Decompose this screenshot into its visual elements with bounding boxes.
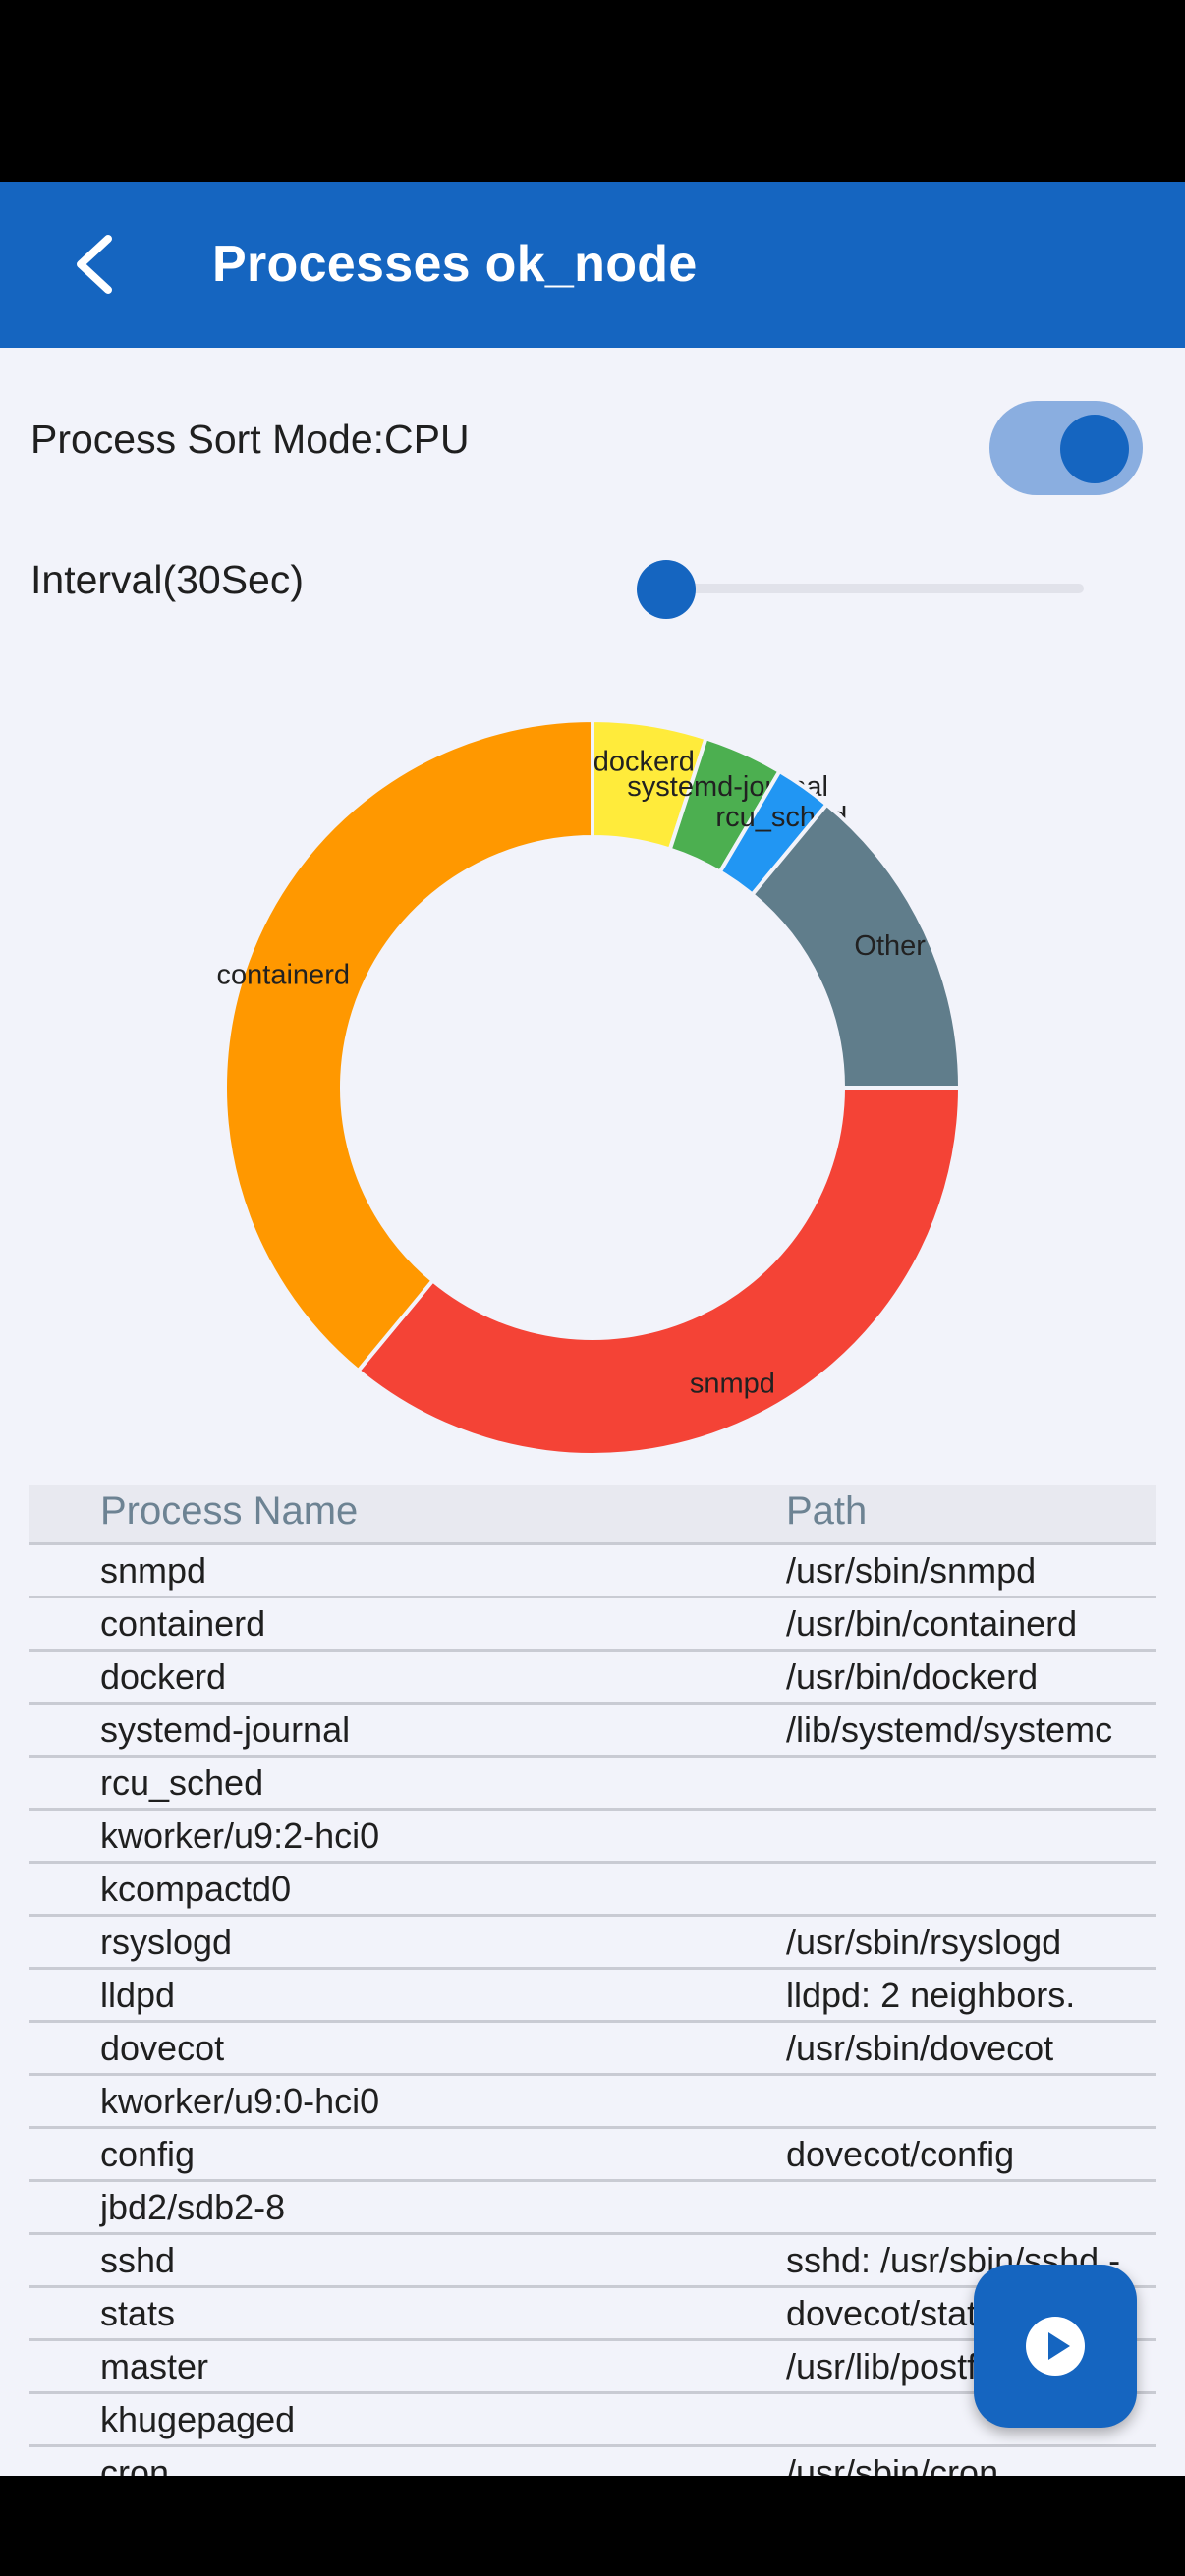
slice-label: containerd	[217, 959, 350, 990]
table-row[interactable]: kcompactd0	[29, 1864, 1156, 1917]
process-name-cell: kworker/u9:2-hci0	[100, 1816, 380, 1856]
interval-slider-track[interactable]	[665, 584, 1084, 593]
table-row[interactable]: systemd-journal/lib/systemd/systemc	[29, 1705, 1156, 1758]
system-nav-bar	[0, 2476, 1185, 2576]
process-name-cell: containerd	[100, 1603, 266, 1644]
process-path-cell: /usr/sbin/cron	[786, 2452, 999, 2476]
process-path-cell: /usr/sbin/rsyslogd	[786, 1922, 1062, 1962]
process-name-cell: jbd2/sdb2-8	[100, 2187, 286, 2227]
interval-slider-thumb[interactable]	[637, 560, 696, 619]
app-bar: Processes ok_node	[0, 182, 1185, 348]
process-name-cell: kworker/u9:0-hci0	[100, 2081, 380, 2121]
process-path-cell: /usr/bin/dockerd	[786, 1656, 1039, 1697]
process-name-cell: dovecot	[100, 2028, 225, 2068]
sort-mode-label: Process Sort Mode:CPU	[30, 417, 470, 462]
process-name-cell: snmpd	[100, 1550, 207, 1591]
process-name-cell: dockerd	[100, 1656, 227, 1697]
process-path-cell: /usr/bin/containerd	[786, 1603, 1078, 1644]
table-row[interactable]: snmpd/usr/sbin/snmpd	[29, 1545, 1156, 1598]
main-content: Process Sort Mode:CPU Interval(30Sec) do…	[0, 348, 1185, 2476]
process-name-cell: config	[100, 2134, 196, 2174]
slice-containerd[interactable]	[223, 717, 594, 1373]
table-row[interactable]: dockerd/usr/bin/dockerd	[29, 1652, 1156, 1705]
process-name-cell: kcompactd0	[100, 1869, 292, 1909]
status-bar	[0, 0, 1185, 182]
table-row[interactable]: lldpd lldpd: 2 neighbors.	[29, 1970, 1156, 2023]
table-row[interactable]: kworker/u9:0-hci0	[29, 2076, 1156, 2129]
slice-label: Other	[854, 930, 926, 962]
table-row[interactable]: cron/usr/sbin/cron	[29, 2447, 1156, 2476]
table-row[interactable]: rsyslogd/usr/sbin/rsyslogd	[29, 1917, 1156, 1970]
process-path-cell: dovecot/config	[786, 2134, 1015, 2174]
process-path-cell: dovecot/stats	[786, 2293, 995, 2333]
play-circle-icon	[1026, 2317, 1085, 2376]
process-name-cell: lldpd	[100, 1975, 176, 2015]
process-path-cell: /usr/sbin/snmpd	[786, 1550, 1037, 1591]
table-row[interactable]: dovecot/usr/sbin/dovecot	[29, 2023, 1156, 2076]
process-name-cell: cron	[100, 2452, 170, 2476]
table-row[interactable]: config dovecot/config	[29, 2129, 1156, 2182]
table-row[interactable]: rcu_sched	[29, 1758, 1156, 1811]
table-row[interactable]: jbd2/sdb2-8	[29, 2182, 1156, 2235]
process-name-cell: sshd	[100, 2240, 176, 2280]
process-name-cell: rsyslogd	[100, 1922, 233, 1962]
toggle-knob	[1060, 415, 1129, 483]
process-name-cell: stats	[100, 2293, 176, 2333]
process-name-cell: rcu_sched	[100, 1763, 264, 1803]
interval-label: Interval(30Sec)	[30, 557, 305, 602]
sort-mode-toggle[interactable]	[989, 401, 1143, 495]
slice-snmpd[interactable]	[355, 1086, 963, 1457]
process-name-cell: systemd-journal	[100, 1709, 351, 1750]
process-path-cell: /lib/systemd/systemc	[786, 1709, 1113, 1750]
header-path: Path	[786, 1489, 868, 1533]
process-path-cell: /usr/sbin/dovecot	[786, 2028, 1054, 2068]
process-path-cell: lldpd: 2 neighbors.	[786, 1975, 1076, 2015]
cpu-donut-chart: dockerdsystemd-journalrcu_schedOthersnmp…	[217, 717, 963, 1457]
process-name-cell: khugepaged	[100, 2399, 296, 2439]
header-process-name: Process Name	[100, 1489, 359, 1533]
back-button[interactable]	[47, 215, 145, 313]
play-button[interactable]	[974, 2265, 1137, 2428]
table-row[interactable]: kworker/u9:2-hci0	[29, 1811, 1156, 1864]
slice-label: snmpd	[690, 1368, 775, 1399]
chevron-left-icon	[77, 235, 112, 294]
process-name-cell: master	[100, 2346, 209, 2386]
table-row[interactable]: containerd/usr/bin/containerd	[29, 1598, 1156, 1652]
table-header: Process Name Path	[29, 1485, 1156, 1545]
page-title: Processes ok_node	[212, 236, 698, 293]
